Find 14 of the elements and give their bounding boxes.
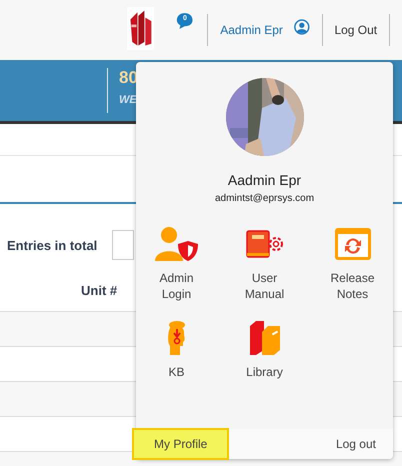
menu-item[interactable]: User Manual xyxy=(220,226,308,306)
menu-item[interactable]: KB xyxy=(132,320,220,400)
menu-item[interactable]: Release Notes xyxy=(308,226,396,306)
footer-link[interactable]: My Profile xyxy=(132,428,230,460)
menu-item[interactable]: Admin Login xyxy=(132,226,220,306)
column-header[interactable]: Unit # xyxy=(81,282,118,298)
log-out-link[interactable]: Log Out xyxy=(334,23,378,37)
entries-count: Entries in total xyxy=(7,238,98,252)
menu-item[interactable]: Library xyxy=(220,320,308,400)
stat-label: WE xyxy=(119,94,138,106)
footer-link[interactable]: Log out xyxy=(336,437,376,451)
profile-email: admintst@eprsys.com xyxy=(214,193,314,204)
user-name-link[interactable]: Aadmin Epr xyxy=(220,23,283,37)
profile-name: Aadmin Epr xyxy=(228,172,302,188)
